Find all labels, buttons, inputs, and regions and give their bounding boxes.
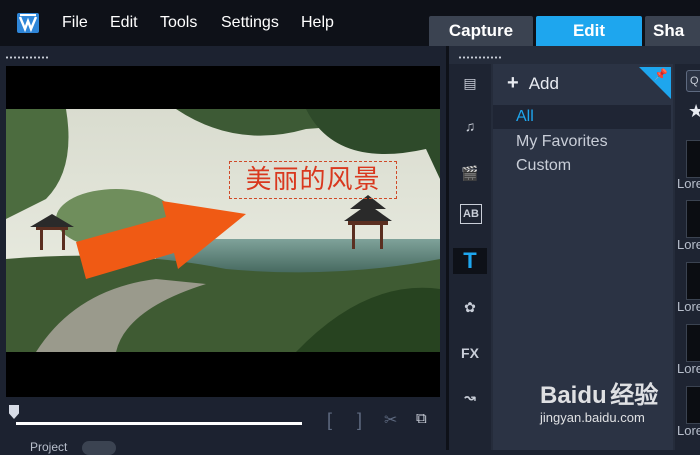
panel-grip[interactable]: [5, 56, 49, 59]
app-logo-icon: [17, 13, 39, 33]
project-clip-toggle[interactable]: [82, 441, 116, 455]
library-tool-strip: ▤ ♫ 🎬 AB T ✿ FX ↝: [449, 64, 491, 450]
watermark: Baidu 经验 jingyan.baidu.com: [540, 375, 658, 425]
category-my-favorites[interactable]: My Favorites: [493, 130, 671, 154]
add-label: Add: [528, 74, 559, 93]
search-input[interactable]: Q: [686, 70, 700, 92]
thumbnail-label: Lore: [677, 423, 700, 438]
tab-capture[interactable]: Capture: [429, 16, 533, 46]
watermark-url: jingyan.baidu.com: [540, 410, 645, 425]
watermark-brand-cn: 经验: [610, 382, 659, 409]
filter-icon[interactable]: FX: [457, 340, 483, 366]
scrubber-track[interactable]: [16, 422, 302, 425]
title-thumbnail[interactable]: [686, 200, 700, 238]
title-thumbnail[interactable]: [686, 262, 700, 300]
preview-window[interactable]: 美丽的风景: [6, 66, 440, 397]
add-category-button[interactable]: + Add: [507, 72, 559, 95]
menu-edit[interactable]: Edit: [110, 14, 138, 32]
audio-icon[interactable]: ♫: [457, 113, 483, 139]
watermark-brand: Baidu: [540, 382, 607, 409]
instant-project-icon[interactable]: 🎬: [457, 160, 483, 186]
library-thumbnails: Q ★ Lore Lore Lore Lore Lore: [675, 64, 700, 450]
media-icon[interactable]: ▤: [457, 70, 483, 96]
menu-file[interactable]: File: [62, 14, 88, 32]
thumbnail-label: Lore: [677, 176, 700, 191]
menu-tools[interactable]: Tools: [160, 14, 197, 32]
library-grip[interactable]: [458, 56, 502, 59]
menu-settings[interactable]: Settings: [221, 14, 279, 32]
project-mode-label: Project: [30, 440, 68, 454]
mark-out-icon[interactable]: ]: [357, 410, 362, 431]
enlarge-preview-icon[interactable]: ⧉: [416, 410, 427, 427]
transition-icon[interactable]: AB: [460, 204, 482, 224]
menu-help[interactable]: Help: [301, 14, 334, 32]
split-scissors-icon[interactable]: ✂: [384, 410, 397, 430]
thumbnail-label: Lore: [677, 299, 700, 314]
tab-share[interactable]: Sha: [645, 16, 700, 46]
preview-image: [6, 109, 440, 352]
mark-in-icon[interactable]: [: [327, 410, 332, 431]
title-thumbnail[interactable]: [686, 140, 700, 178]
plus-icon: +: [507, 72, 519, 94]
category-all[interactable]: All: [493, 105, 671, 129]
category-custom[interactable]: Custom: [493, 154, 671, 178]
pin-icon[interactable]: 📌: [639, 67, 671, 99]
menu-bar: File Edit Tools Settings Help Capture Ed…: [0, 0, 700, 46]
tab-edit[interactable]: Edit: [536, 16, 642, 46]
thumbnail-label: Lore: [677, 237, 700, 252]
path-icon[interactable]: ↝: [457, 384, 483, 410]
title-thumbnail[interactable]: [686, 386, 700, 424]
graphics-icon[interactable]: ✿: [457, 294, 483, 320]
title-tool-icon[interactable]: T: [453, 248, 487, 274]
thumbnail-label: Lore: [677, 361, 700, 376]
title-thumbnail[interactable]: [686, 324, 700, 362]
star-icon[interactable]: ★: [688, 101, 700, 122]
title-text-overlay[interactable]: 美丽的风景: [229, 161, 397, 199]
